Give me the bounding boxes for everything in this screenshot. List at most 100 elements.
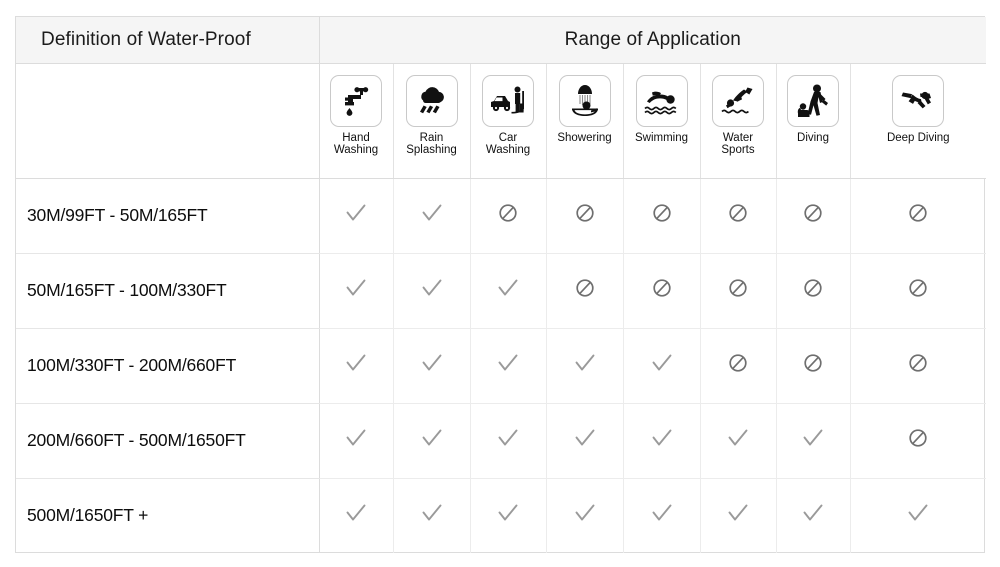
supported-check-icon (572, 425, 598, 451)
cell-mark (700, 403, 777, 479)
column-label-line1: Rain (419, 131, 444, 144)
column-label: Swimming (624, 132, 700, 145)
column-label-line2: Sports (721, 144, 755, 156)
column-label: Diving (777, 132, 850, 145)
not-supported-prohibited-icon (803, 353, 823, 373)
column-label-line1: Water (722, 131, 754, 144)
supported-check-icon (419, 350, 445, 376)
column-header-rain-splashing: Rain Splashing (393, 63, 471, 179)
supported-check-icon (419, 200, 445, 226)
not-supported-prohibited-icon (908, 428, 928, 448)
cell-mark (850, 178, 987, 254)
column-label: Hand Washing (320, 132, 393, 157)
supported-check-icon (343, 500, 369, 526)
column-header-car-washing: Car Washing (470, 63, 547, 179)
cell-mark (546, 328, 624, 404)
table-body: 30M/99FT - 50M/165FT 50M/165FT - 100M/33… (16, 178, 987, 553)
cell-mark (623, 403, 701, 479)
cell-mark (776, 328, 851, 404)
not-supported-prohibited-icon (575, 203, 595, 223)
supported-check-icon (343, 200, 369, 226)
supported-check-icon (419, 275, 445, 301)
table-row: 200M/660FT - 500M/1650FT (16, 403, 987, 479)
supported-check-icon (800, 500, 826, 526)
swimming-icon (635, 74, 688, 127)
cell-mark (700, 253, 777, 329)
deep-diving-icon (892, 74, 945, 127)
not-supported-prohibited-icon (803, 203, 823, 223)
not-supported-prohibited-icon (728, 353, 748, 373)
cell-mark (623, 328, 701, 404)
row-label: 200M/660FT - 500M/1650FT (16, 403, 320, 479)
column-label-line1: Diving (797, 131, 829, 144)
column-label-line1: Swimming (634, 131, 689, 144)
definition-banner-title: Definition of Water-Proof (16, 17, 320, 64)
not-supported-prohibited-icon (498, 203, 518, 223)
icon-header-row: Hand Washing Rain Splashing Car Washing … (16, 63, 987, 179)
cell-mark (470, 253, 547, 329)
column-header-swimming: Swimming (623, 63, 701, 179)
rain-cloud-icon (405, 74, 458, 127)
table-row: 100M/330FT - 200M/660FT (16, 328, 987, 404)
column-label: Showering (547, 132, 623, 145)
supported-check-icon (649, 350, 675, 376)
column-label-line2: Washing (485, 144, 531, 156)
column-label: Deep Diving (851, 132, 987, 145)
cell-mark (546, 478, 624, 553)
not-supported-prohibited-icon (652, 203, 672, 223)
row-label: 500M/1650FT + (16, 478, 320, 553)
cell-mark (546, 403, 624, 479)
column-label-line2: Washing (333, 144, 379, 156)
supported-check-icon (725, 425, 751, 451)
column-label: Water Sports (701, 132, 776, 157)
cell-mark (393, 178, 471, 254)
cell-mark (470, 403, 547, 479)
row-label: 100M/330FT - 200M/660FT (16, 328, 320, 404)
cell-mark (470, 478, 547, 553)
water-sports-icon (712, 74, 764, 127)
diving-icon (787, 74, 839, 127)
not-supported-prohibited-icon (728, 203, 748, 223)
cell-mark (850, 253, 987, 329)
not-supported-prohibited-icon (728, 278, 748, 298)
column-header-diving: Diving (776, 63, 851, 179)
cell-mark (470, 178, 547, 254)
table-row: 500M/1650FT + (16, 478, 986, 553)
supported-check-icon (495, 350, 521, 376)
supported-check-icon (343, 275, 369, 301)
supported-check-icon (495, 425, 521, 451)
banner-header-row: Definition of Water-Proof Range of Appli… (16, 17, 987, 64)
column-header-water-sports: Water Sports (700, 63, 777, 179)
column-label: Rain Splashing (394, 132, 470, 157)
showering-icon (558, 74, 611, 127)
cell-mark (393, 328, 471, 404)
cell-mark (623, 178, 701, 254)
supported-check-icon (495, 500, 521, 526)
supported-check-icon (905, 500, 931, 526)
row-label: 30M/99FT - 50M/165FT (16, 178, 320, 254)
not-supported-prohibited-icon (652, 278, 672, 298)
cell-mark (700, 478, 777, 553)
not-supported-prohibited-icon (908, 278, 928, 298)
column-label: Car Washing (471, 132, 546, 157)
cell-mark (776, 178, 851, 254)
cell-mark (776, 478, 851, 553)
supported-check-icon (343, 425, 369, 451)
cell-mark (546, 253, 624, 329)
column-label-line1: Car (498, 131, 518, 144)
empty-corner-cell (16, 63, 320, 179)
supported-check-icon (343, 350, 369, 376)
cell-mark (319, 328, 394, 404)
cell-mark (470, 328, 547, 404)
cell-mark (393, 478, 471, 553)
column-header-showering: Showering (546, 63, 624, 179)
range-banner-title: Range of Application (319, 17, 987, 64)
column-label-line2: Splashing (406, 144, 457, 156)
column-label-line1: Showering (557, 131, 612, 144)
not-supported-prohibited-icon (908, 203, 928, 223)
cell-mark (319, 403, 394, 479)
cell-mark (319, 253, 394, 329)
row-label: 50M/165FT - 100M/330FT (16, 253, 320, 329)
not-supported-prohibited-icon (908, 353, 928, 373)
supported-check-icon (419, 500, 445, 526)
